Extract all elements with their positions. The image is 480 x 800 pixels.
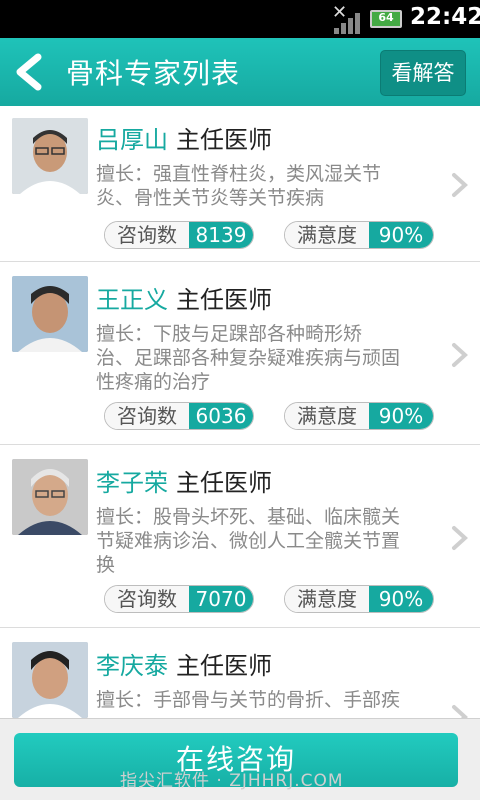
doctor-card[interactable]: 王正义 主任医师 擅长：下肢与足踝部各种畸形矫 治、足踝部各种复杂疑难疾病与顽固… — [0, 262, 480, 445]
title-bar: 骨科专家列表 看解答 — [0, 38, 480, 106]
doctor-specialty: 擅长：手部骨与关节的骨折、手部疾 — [96, 689, 401, 711]
doctor-name: 王正义 — [96, 286, 168, 314]
signal-icon — [334, 10, 364, 34]
chevron-right-icon — [452, 343, 468, 367]
doctor-name: 吕厚山 — [96, 126, 168, 154]
consult-count-badge: 咨询数 7070 — [104, 585, 254, 613]
chevron-right-icon — [452, 173, 468, 197]
doctor-avatar — [12, 276, 88, 352]
consult-count-badge: 咨询数 6036 — [104, 402, 254, 430]
doctor-list: 吕厚山 主任医师 擅长：强直性脊柱炎，类风湿关节 炎、骨性关节炎等关节疾病 咨询… — [0, 106, 480, 748]
doctor-title: 主任医师 — [176, 652, 272, 680]
doctor-avatar — [12, 642, 88, 718]
doctor-title: 主任医师 — [176, 126, 272, 154]
view-answers-button[interactable]: 看解答 — [380, 50, 466, 96]
consult-count-badge: 咨询数 8139 — [104, 221, 254, 249]
status-clock: 22:42 — [410, 4, 480, 30]
page-title: 骨科专家列表 — [66, 57, 241, 90]
back-arrow-icon[interactable] — [10, 52, 46, 92]
doctor-specialty: 擅长：下肢与足踝部各种畸形矫 治、足踝部各种复杂疑难疾病与顽固 性疼痛的治疗 — [96, 323, 401, 393]
doctor-specialty: 擅长：强直性脊柱炎，类风湿关节 炎、骨性关节炎等关节疾病 — [96, 163, 382, 209]
doctor-card[interactable]: 李子荣 主任医师 擅长：股骨头坏死、基础、临床髋关 节疑难病诊治、微创人工全髋关… — [0, 445, 480, 628]
doctor-card[interactable]: 吕厚山 主任医师 擅长：强直性脊柱炎，类风湿关节 炎、骨性关节炎等关节疾病 咨询… — [0, 106, 480, 262]
satisfaction-badge: 满意度 90% — [284, 221, 434, 249]
doctor-name: 李子荣 — [96, 469, 168, 497]
doctor-specialty: 擅长：股骨头坏死、基础、临床髋关 节疑难病诊治、微创人工全髋关节置 换 — [96, 506, 401, 576]
doctor-avatar — [12, 118, 88, 194]
doctor-title: 主任医师 — [176, 286, 272, 314]
battery-icon: 64 — [370, 10, 402, 28]
doctor-title: 主任医师 — [176, 469, 272, 497]
satisfaction-badge: 满意度 90% — [284, 585, 434, 613]
chevron-right-icon — [452, 526, 468, 550]
doctor-avatar — [12, 459, 88, 535]
doctor-name: 李庆泰 — [96, 652, 168, 680]
status-bar: ✕ 64 22:42 — [0, 0, 480, 38]
watermark-text: 指尖汇软件 · ZJHHRJ.COM — [120, 771, 344, 791]
battery-level: 64 — [378, 11, 394, 24]
satisfaction-badge: 满意度 90% — [284, 402, 434, 430]
